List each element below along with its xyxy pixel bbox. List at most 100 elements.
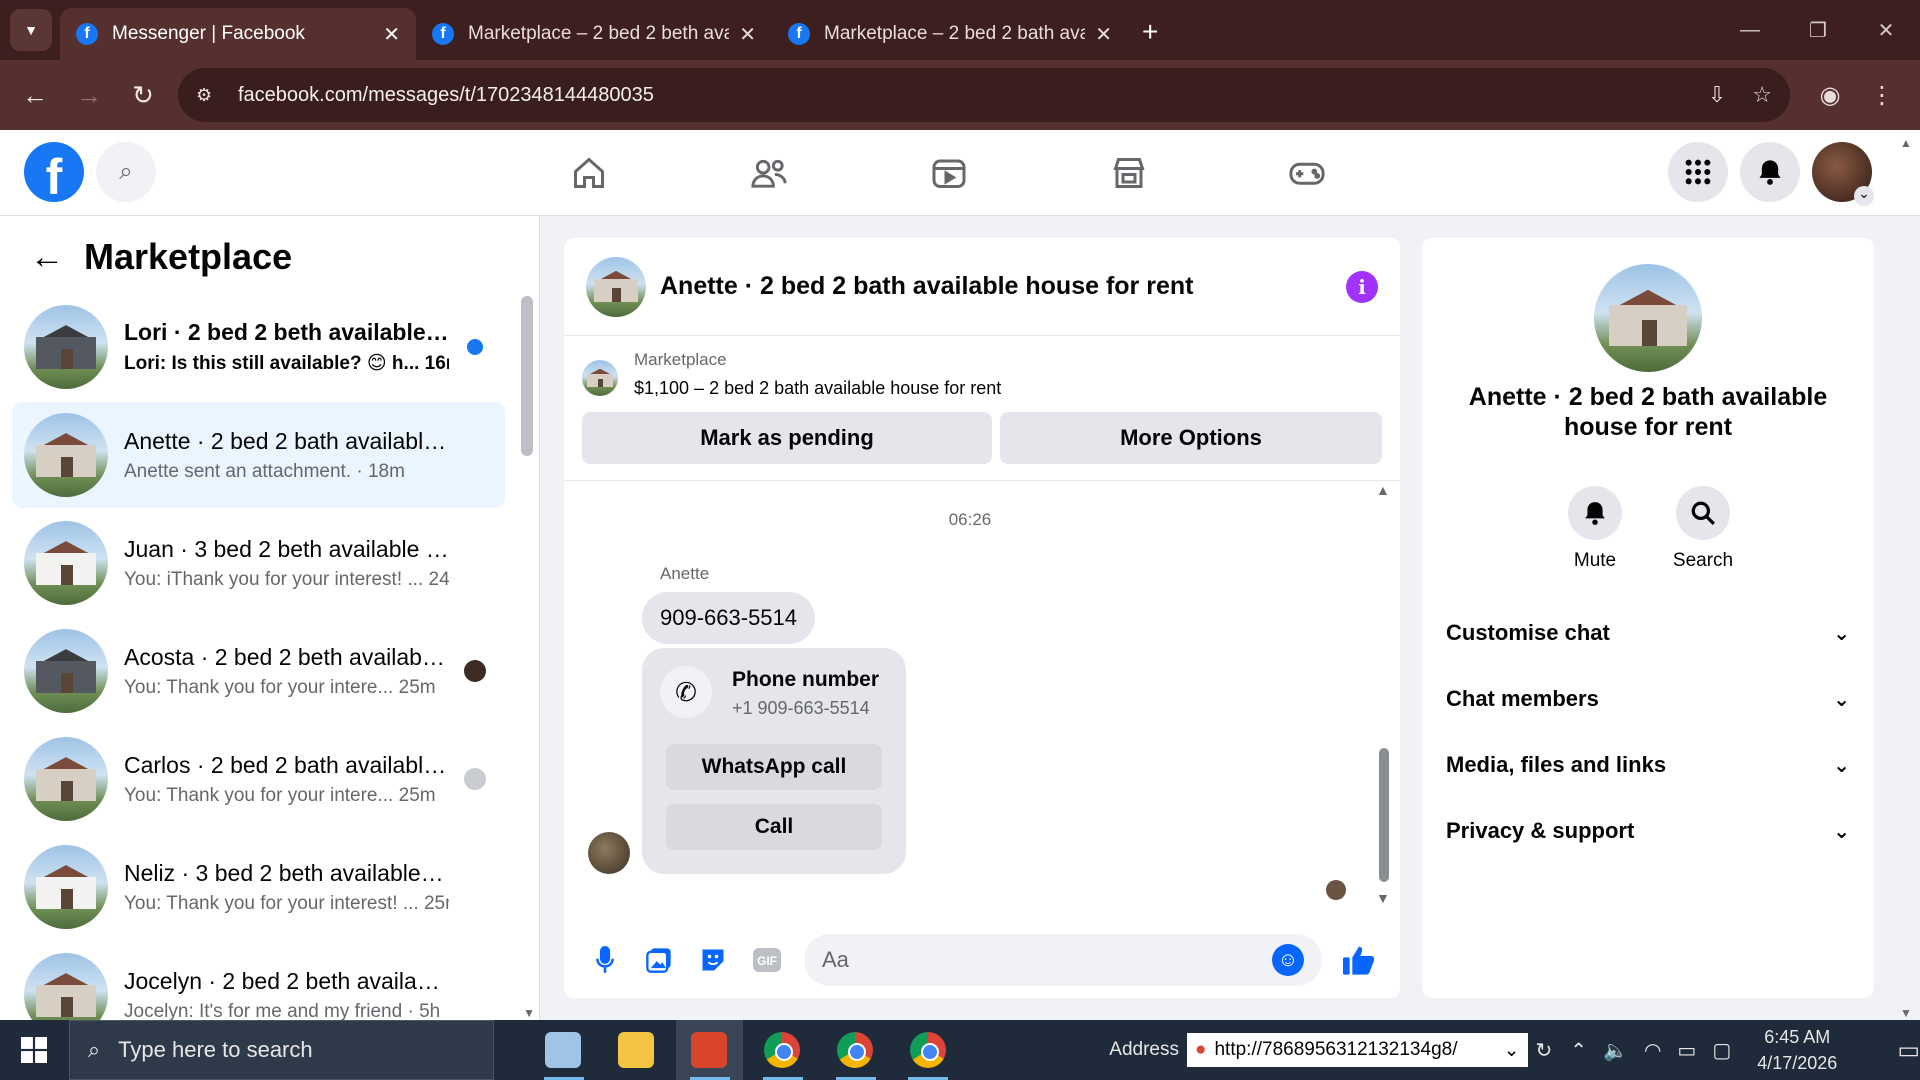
like-icon[interactable] [1332, 933, 1386, 987]
conversation-time: 5h [419, 1000, 441, 1021]
browser-tab-3[interactable]: f Marketplace – 2 bed 2 bath available h… [772, 8, 1128, 60]
gif-icon[interactable]: GIF [740, 933, 794, 987]
sender-name: Anette [660, 564, 710, 583]
close-tab-icon[interactable]: ✕ [1095, 22, 1112, 47]
call-button[interactable]: Call [666, 804, 882, 850]
seen-avatar [464, 660, 486, 682]
conversation-name: Jocelyn · 2 bed 2 beth available house f… [124, 967, 449, 994]
conversation-item-acosta[interactable]: Acosta · 2 bed 2 beth available house fo… [12, 618, 505, 724]
chevron-down-icon[interactable]: ⌄ [1504, 1039, 1520, 1062]
taskbar-app-chrome-3[interactable] [894, 1020, 961, 1080]
scroll-down-arrow-icon[interactable]: ▼ [1376, 890, 1390, 906]
taskbar-clock[interactable]: 6:45 AM 4/17/2026 [1757, 1024, 1837, 1076]
taskbar-app-chrome-1[interactable] [749, 1020, 816, 1080]
wifi-icon[interactable]: ◠ [1644, 1038, 1661, 1063]
video-icon[interactable] [924, 148, 974, 198]
conversation-item-juan[interactable]: Juan · 3 bed 2 beth available house for … [12, 510, 505, 616]
home-icon[interactable] [564, 148, 614, 198]
conversation-item-anette[interactable]: Anette · 2 bed 2 bath available house fo… [12, 402, 505, 508]
tab-search-button[interactable]: ▼ [10, 9, 52, 51]
chat-title[interactable]: Anette · 2 bed 2 bath available house fo… [660, 272, 1346, 301]
facebook-logo-icon[interactable]: f [24, 142, 84, 202]
sender-avatar[interactable] [588, 832, 630, 874]
account-avatar[interactable] [1812, 142, 1874, 206]
notifications-bell-icon[interactable] [1740, 142, 1800, 202]
menu-grid-icon[interactable] [1668, 142, 1728, 202]
browser-tab-1[interactable]: f Messenger | Facebook ✕ [60, 8, 416, 60]
taskbar-address-input[interactable]: ● http://7868956312132134g8/ ⌄ [1186, 1033, 1528, 1067]
close-tab-icon[interactable]: ✕ [739, 22, 756, 47]
scroll-down-arrow-icon[interactable]: ▼ [1900, 1006, 1912, 1020]
notification-center-icon[interactable]: ▭ [1897, 1036, 1920, 1065]
install-app-icon[interactable]: ⇩ [1708, 82, 1726, 108]
more-options-button[interactable]: More Options [1000, 412, 1382, 464]
gaming-icon[interactable] [1282, 148, 1332, 198]
chrome-icon [764, 1032, 801, 1068]
site-settings-icon[interactable]: ⚙ [196, 85, 220, 106]
chevron-down-icon: ⌄ [1833, 622, 1850, 645]
battery-icon[interactable]: ▭ [1677, 1038, 1696, 1063]
mark-as-pending-button[interactable]: Mark as pending [582, 412, 992, 464]
marketplace-icon[interactable] [1104, 148, 1154, 198]
friends-icon[interactable] [744, 148, 794, 198]
message-input[interactable]: Aa ☺ [804, 934, 1322, 986]
privacy-support-row[interactable]: Privacy & support ⌄ [1446, 806, 1850, 856]
chat-members-row[interactable]: Chat members ⌄ [1446, 674, 1850, 724]
address-bar[interactable]: ⚙ facebook.com/messages/t/17023481444800… [178, 68, 1790, 122]
volume-icon[interactable]: 🔈 [1603, 1038, 1628, 1063]
chat-avatar[interactable] [586, 256, 646, 317]
customise-chat-row[interactable]: Customise chat ⌄ [1446, 608, 1850, 658]
emoji-icon[interactable]: ☺ [1272, 944, 1304, 976]
info-icon[interactable]: i [1346, 270, 1378, 303]
search-icon[interactable]: ⌕ [96, 142, 156, 202]
system-tray: ⌃ 🔈 ◠ ▭ ▢ [1570, 1038, 1747, 1063]
sidebar-scrollbar[interactable] [521, 296, 533, 456]
taskbar-app-file-explorer[interactable] [603, 1020, 670, 1080]
profile-icon[interactable]: ◉ [1804, 69, 1856, 121]
taskbar-app-chrome-2[interactable] [822, 1020, 889, 1080]
minimize-icon[interactable]: — [1716, 0, 1784, 60]
whatsapp-call-button[interactable]: WhatsApp call [666, 744, 882, 790]
close-tab-icon[interactable]: ✕ [383, 22, 400, 47]
back-arrow-icon[interactable]: ← [8, 68, 62, 122]
section-label: Media, files and links [1446, 752, 1667, 777]
photo-icon[interactable] [632, 933, 686, 987]
bookmark-star-icon[interactable]: ☆ [1752, 82, 1772, 108]
close-window-icon[interactable]: ✕ [1852, 0, 1920, 60]
windows-start-icon[interactable] [0, 1020, 69, 1080]
conversation-item-lori[interactable]: Lori · 2 bed 2 beth available house for … [12, 294, 505, 400]
back-arrow-icon[interactable]: ← [30, 238, 64, 277]
conversation-preview: Lori: Is this still available? 😊 h... [124, 353, 420, 374]
search-chat-button[interactable]: Search [1658, 486, 1748, 572]
browser-tab-2[interactable]: f Marketplace – 2 bed 2 beth available h… [416, 8, 772, 60]
taskbar-search-box[interactable]: ⌕ Type here to search [68, 1020, 495, 1080]
microphone-icon[interactable] [578, 933, 632, 987]
conversation-item-carlos[interactable]: Carlos · 2 bed 2 bath available house fo… [12, 726, 505, 832]
taskbar-app-pinned[interactable] [675, 1020, 743, 1080]
taskbar-app-notepad[interactable] [530, 1020, 597, 1080]
scroll-up-arrow-icon[interactable]: ▲ [1376, 482, 1390, 498]
message-bubble[interactable]: 909-663-5514 [642, 592, 816, 644]
page-scrollbar[interactable]: ▲ ▼ [1896, 136, 1916, 1020]
restore-icon[interactable]: ❐ [1784, 0, 1852, 60]
browser-menu-icon[interactable]: ⋮ [1856, 69, 1908, 121]
listing-thumbnail [24, 413, 108, 497]
scroll-down-arrow-icon[interactable]: ▼ [523, 1006, 535, 1020]
chevron-down-icon: ⌄ [1833, 688, 1850, 711]
new-tab-plus-icon[interactable]: + [1142, 16, 1158, 48]
sticker-icon[interactable] [686, 933, 740, 987]
mute-button[interactable]: Mute [1550, 486, 1640, 572]
listing-thumbnail [24, 521, 108, 605]
reload-icon[interactable]: ↻ [116, 68, 170, 122]
conversation-item-jocelyn[interactable]: Jocelyn · 2 bed 2 beth available house f… [12, 942, 505, 1020]
meet-now-icon[interactable]: ▢ [1712, 1038, 1731, 1063]
forward-arrow-icon[interactable]: → [62, 68, 116, 122]
chat-scrollbar[interactable] [1379, 748, 1389, 882]
chevron-up-icon[interactable]: ⌃ [1570, 1038, 1587, 1063]
scroll-up-arrow-icon[interactable]: ▲ [1900, 136, 1912, 150]
media-files-links-row[interactable]: Media, files and links ⌄ [1446, 740, 1850, 790]
conversation-item-neliz[interactable]: Neliz · 3 bed 2 beth available house for… [12, 834, 505, 940]
marketplace-listing-row[interactable]: Marketplace $1,100 – 2 bed 2 bath availa… [582, 350, 1001, 399]
divider [564, 480, 1400, 481]
refresh-icon[interactable]: ↻ [1536, 1038, 1553, 1063]
